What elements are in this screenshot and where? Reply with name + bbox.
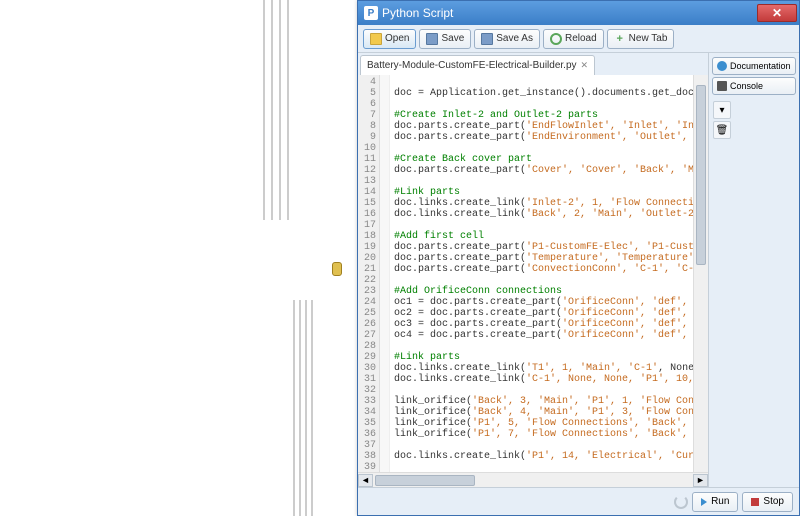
reload-icon [550, 33, 562, 45]
decorative-lines-bottom [293, 300, 323, 516]
line-number-gutter: 4 5 6 7 8 9 10 11 12 13 14 15 16 17 18 1… [358, 75, 380, 472]
console-icon [717, 81, 727, 91]
toolbar: Open Save Save As Reload + New Tab [358, 25, 799, 53]
reload-button[interactable]: Reload [543, 29, 604, 49]
save-button[interactable]: Save [419, 29, 471, 49]
tab-close-icon[interactable]: ✕ [581, 60, 589, 71]
stop-button[interactable]: Stop [742, 492, 793, 512]
trash-icon: 🗑 [716, 125, 729, 136]
horizontal-scrollbar[interactable]: ◄ ► [358, 472, 708, 487]
decorative-lines-top [263, 0, 303, 220]
new-tab-label: New Tab [629, 33, 668, 44]
console-tab[interactable]: Console [712, 77, 796, 95]
pin-marker-icon [332, 262, 342, 276]
footer: Run Stop [358, 487, 799, 515]
tabbar: Battery-Module-CustomFE-Electrical-Build… [358, 53, 708, 75]
save-as-label: Save As [496, 33, 533, 44]
code-editor[interactable]: 4 5 6 7 8 9 10 11 12 13 14 15 16 17 18 1… [358, 75, 708, 472]
reload-label: Reload [565, 33, 597, 44]
help-icon [717, 61, 727, 71]
folder-open-icon [370, 33, 382, 45]
floppy-icon [481, 33, 493, 45]
scrollbar-thumb[interactable] [696, 85, 706, 265]
save-as-button[interactable]: Save As [474, 29, 540, 49]
close-icon: ✕ [772, 6, 782, 20]
code-content[interactable]: doc = Application.get_instance().documen… [390, 75, 693, 472]
run-label: Run [711, 496, 729, 507]
window-title: Python Script [382, 6, 757, 20]
stop-label: Stop [763, 496, 784, 507]
console-label: Console [730, 81, 763, 91]
background-canvas [0, 0, 360, 516]
scroll-right-arrow[interactable]: ► [693, 474, 708, 487]
play-icon [701, 498, 707, 506]
open-button[interactable]: Open [363, 29, 416, 49]
open-label: Open [385, 33, 409, 44]
spinner-icon [674, 495, 688, 509]
documentation-tab[interactable]: Documentation [712, 57, 796, 75]
python-app-icon: P [364, 6, 378, 20]
documentation-label: Documentation [730, 61, 791, 71]
vertical-scrollbar[interactable] [693, 75, 708, 472]
floppy-icon [426, 33, 438, 45]
scroll-left-arrow[interactable]: ◄ [358, 474, 373, 487]
delete-tool[interactable]: 🗑 [713, 121, 731, 139]
editor-pane: Battery-Module-CustomFE-Electrical-Build… [358, 53, 709, 487]
file-tab[interactable]: Battery-Module-CustomFE-Electrical-Build… [360, 55, 595, 75]
scrollbar-thumb[interactable] [375, 475, 475, 486]
run-button[interactable]: Run [692, 492, 738, 512]
new-tab-button[interactable]: + New Tab [607, 29, 675, 49]
file-tab-label: Battery-Module-CustomFE-Electrical-Build… [367, 60, 577, 71]
chevron-down-icon: ▾ [719, 105, 724, 116]
plus-icon: + [614, 33, 626, 45]
save-label: Save [441, 33, 464, 44]
titlebar[interactable]: P Python Script ✕ [358, 1, 799, 25]
close-button[interactable]: ✕ [757, 4, 797, 22]
dropdown-tool[interactable]: ▾ [713, 101, 731, 119]
side-pane: Documentation Console ▾ 🗑 [709, 53, 799, 487]
python-script-window: P Python Script ✕ Open Save Save As Relo… [357, 0, 800, 516]
fold-column[interactable] [380, 75, 390, 472]
stop-icon [751, 498, 759, 506]
